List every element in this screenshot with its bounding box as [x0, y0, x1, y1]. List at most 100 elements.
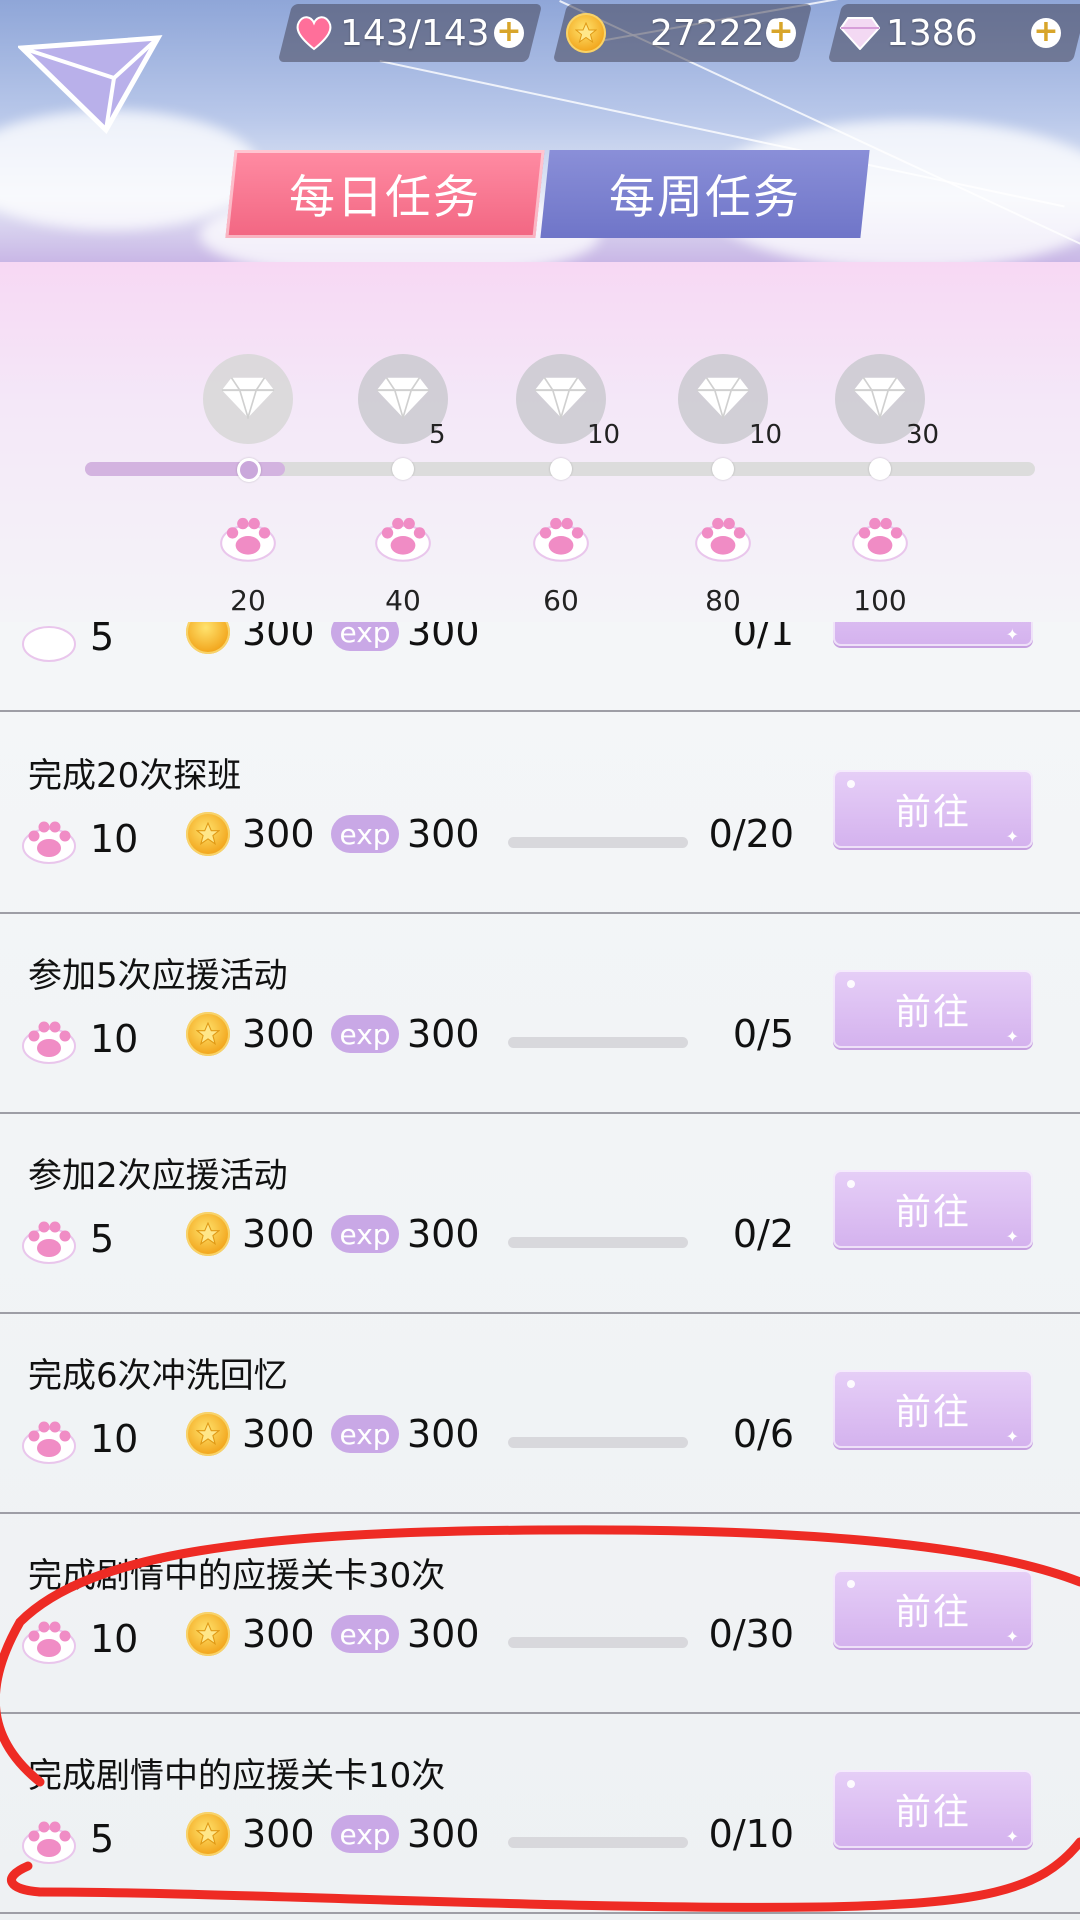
task-title: 完成20次探班	[28, 756, 242, 796]
diamond-icon	[533, 375, 589, 423]
milestone-points-label: 100	[853, 584, 907, 617]
paw-icon	[691, 507, 755, 565]
task-progress-bar	[508, 1237, 688, 1248]
add-diamonds-button[interactable]: +	[1031, 17, 1061, 48]
milestone-reward-chest[interactable]	[203, 354, 293, 444]
reward-coin-value: 300	[242, 1212, 315, 1256]
go-button[interactable]: 前往	[833, 1770, 1033, 1848]
activity-milestone-panel: 20 5 40 10 60 10 80 30 100	[0, 262, 1080, 622]
task-progress-text: 0/10	[708, 1812, 794, 1856]
diamonds-value: 1386	[886, 12, 978, 54]
milestone-reward-count: 5	[429, 420, 446, 450]
task-progress-text: 0/1	[732, 622, 794, 654]
milestone-marker	[550, 458, 572, 480]
exp-icon: exp	[331, 1015, 399, 1053]
exp-icon: exp	[331, 622, 399, 651]
task-row-partial: 5 300 exp 300 0/1	[0, 622, 1080, 712]
task-progress-text: 0/30	[708, 1612, 794, 1656]
paw-icon	[529, 507, 593, 565]
header: 143/143 + 272220 + 1386 + 每日任务 每周任务	[0, 0, 1080, 262]
coin-icon	[566, 13, 606, 53]
exp-icon: exp	[331, 1815, 399, 1853]
paw-icon	[22, 626, 76, 662]
coin-icon	[186, 1812, 230, 1856]
task-row: 参加5次应援活动 10 300 exp 300 0/5 前往	[0, 912, 1080, 1114]
milestone-marker	[237, 458, 261, 482]
milestone-marker	[869, 458, 891, 480]
paw-icon	[22, 1821, 76, 1864]
reward-paw-value: 5	[90, 1817, 115, 1861]
task-progress-bar	[508, 1437, 688, 1448]
go-button[interactable]: 前往	[833, 1370, 1033, 1448]
reward-paw-value: 10	[90, 1617, 139, 1661]
coin-icon	[186, 1012, 230, 1056]
reward-paw-value: 10	[90, 1417, 139, 1461]
paw-icon	[22, 1021, 76, 1064]
add-stamina-button[interactable]: +	[494, 17, 524, 48]
task-row: 完成6次冲洗回忆 10 300 exp 300 0/6 前往	[0, 1312, 1080, 1514]
milestone-points-label: 80	[705, 584, 741, 617]
paw-icon	[216, 507, 280, 565]
milestone-reward-count: 10	[587, 420, 621, 450]
task-row: 完成剧情中的应援关卡30次 10 300 exp 300 0/30 前往	[0, 1512, 1080, 1714]
reward-coin-value: 300	[242, 812, 315, 856]
paw-icon	[22, 1221, 76, 1264]
task-row: 参加2次应援活动 5 300 exp 300 0/2 前往	[0, 1112, 1080, 1314]
task-title: 参加5次应援活动	[28, 956, 288, 996]
task-progress-bar	[508, 1037, 688, 1048]
task-list[interactable]: 5 300 exp300 0/1 完成20次探班10300exp3000/20前…	[0, 622, 1080, 1920]
task-progress-bar	[508, 837, 688, 848]
reward-coin-value: 300	[242, 1412, 315, 1456]
go-button[interactable]: 前往	[833, 1570, 1033, 1648]
paper-plane-icon[interactable]	[18, 30, 188, 140]
stamina-value: 143/143	[340, 12, 490, 54]
reward-coin-value: 300	[242, 622, 315, 654]
go-button[interactable]: 前往	[833, 770, 1033, 848]
milestone-marker	[712, 458, 734, 480]
milestone-points-label: 40	[385, 584, 421, 617]
reward-paw-value: 5	[90, 622, 115, 659]
coin-icon	[186, 1412, 230, 1456]
go-button[interactable]: 前往	[833, 970, 1033, 1048]
task-progress-text: 0/6	[732, 1412, 794, 1456]
reward-coin-value: 300	[242, 1012, 315, 1056]
reward-paw-value: 10	[90, 817, 139, 861]
milestone-points-label: 20	[230, 584, 266, 617]
paw-icon	[848, 507, 912, 565]
diamond-icon	[220, 375, 276, 423]
add-coins-button[interactable]: +	[766, 17, 796, 48]
task-progress-bar	[508, 1837, 688, 1848]
paw-icon	[22, 1421, 76, 1464]
task-title: 完成6次冲洗回忆	[28, 1356, 288, 1396]
go-button[interactable]	[833, 622, 1033, 646]
reward-paw-value: 10	[90, 1017, 139, 1061]
task-row: 完成剧情中的应援关卡10次 5 300 exp 300 0/10 前往	[0, 1712, 1080, 1914]
diamond-icon	[375, 375, 431, 423]
task-row: 完成20次探班 10 300 exp 300 0/20 前往	[0, 712, 1080, 914]
task-progress-text: 0/2	[732, 1212, 794, 1256]
coin-icon	[186, 812, 230, 856]
heart-icon	[294, 13, 334, 53]
coin-icon	[186, 1212, 230, 1256]
coin-icon	[186, 622, 230, 654]
reward-exp-value: 300	[407, 1012, 480, 1056]
milestone-reward-count: 10	[749, 420, 783, 450]
task-title: 参加2次应援活动	[28, 1156, 288, 1196]
milestone-marker	[392, 458, 414, 480]
exp-icon: exp	[331, 1215, 399, 1253]
reward-paw-value: 5	[90, 1217, 115, 1261]
coin-icon	[186, 1612, 230, 1656]
tab-daily-tasks[interactable]: 每日任务	[225, 150, 545, 238]
milestone-points-label: 60	[543, 584, 579, 617]
task-title: 完成剧情中的应援关卡30次	[28, 1556, 446, 1596]
reward-coin-value: 300	[242, 1612, 315, 1656]
reward-exp-value: 300	[407, 1612, 480, 1656]
diamond-icon	[840, 13, 880, 53]
go-button[interactable]: 前往	[833, 1170, 1033, 1248]
tab-weekly-tasks[interactable]: 每周任务	[540, 150, 870, 238]
reward-exp-value: 300	[407, 1812, 480, 1856]
reward-exp-value: 300	[407, 812, 480, 856]
milestone-reward-count: 30	[906, 420, 940, 450]
paw-icon	[371, 507, 435, 565]
reward-exp-value: 300	[407, 1212, 480, 1256]
